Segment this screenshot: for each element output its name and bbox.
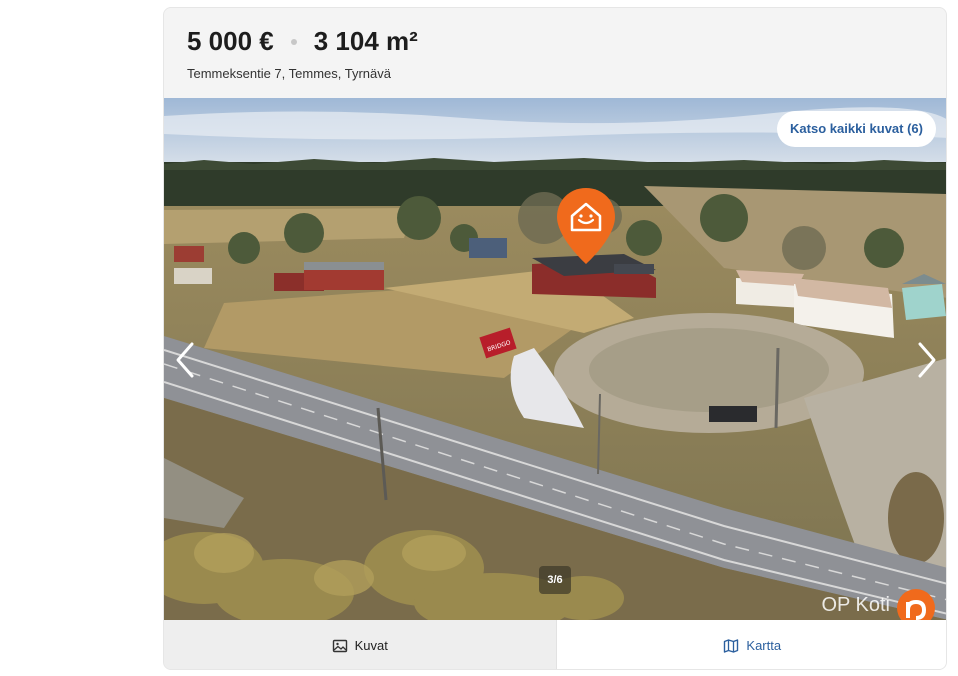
tab-map[interactable]: Kartta — [556, 620, 946, 669]
all-photos-button[interactable]: Katso kaikki kuvat (6) — [777, 111, 936, 147]
area: 3 104 m² — [313, 26, 418, 56]
op-logo-icon — [897, 589, 935, 620]
location-pin-icon — [557, 188, 615, 264]
view-tabs: Kuvat Kartta — [164, 620, 946, 669]
photo-counter: 3/6 — [539, 566, 571, 594]
brand-watermark: OP Koti — [821, 588, 936, 620]
tab-map-label: Kartta — [746, 638, 782, 653]
listing-card: 5 000 € 3 104 m² Temmeksentie 7, Temmes,… — [163, 7, 947, 670]
aerial-photo: BRIDGO — [164, 98, 946, 620]
chevron-right-icon — [918, 342, 936, 378]
photo-gallery[interactable]: BRIDGO Katso kaikki kuvat (6) 3/6 OP Kot… — [164, 98, 946, 620]
price: 5 000 € — [187, 26, 274, 56]
listing-header: 5 000 € 3 104 m² Temmeksentie 7, Temmes,… — [164, 8, 946, 98]
price-row: 5 000 € 3 104 m² — [187, 26, 418, 57]
tab-photos-label: Kuvat — [354, 638, 388, 653]
separator-dot — [290, 38, 297, 45]
tab-photos[interactable]: Kuvat — [164, 620, 557, 669]
address: Temmeksentie 7, Temmes, Tyrnävä — [187, 66, 391, 81]
image-icon — [332, 639, 347, 652]
previous-photo-button[interactable] — [168, 338, 202, 382]
watermark-text: OP Koti — [821, 594, 890, 616]
chevron-left-icon — [176, 342, 194, 378]
map-icon — [724, 638, 739, 653]
next-photo-button[interactable] — [910, 338, 944, 382]
